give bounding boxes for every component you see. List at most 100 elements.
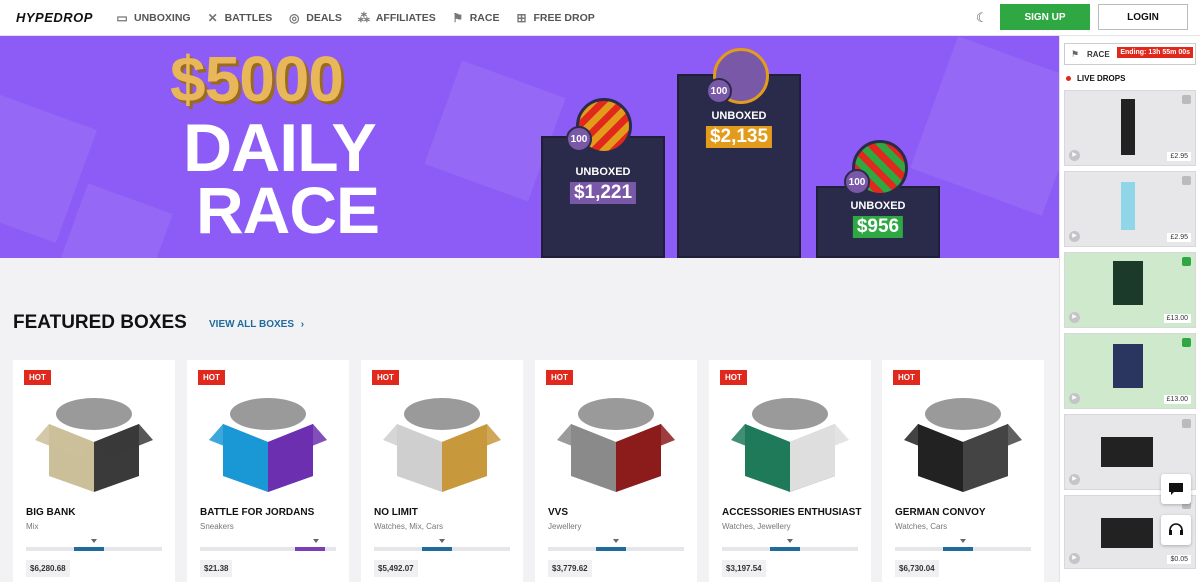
value-bar-fill: [769, 547, 800, 551]
value-bar-fill: [295, 547, 326, 551]
drop-price: £13.00: [1163, 314, 1191, 323]
featured-boxes-title: FEATURED BOXES: [13, 312, 187, 333]
view-all-boxes-link[interactable]: VIEW ALL BOXES ›: [209, 319, 304, 330]
swords-icon: ✕: [207, 10, 218, 25]
drop-price: £2.95: [1167, 152, 1191, 161]
box-name: ACCESSORIES ENTHUSIAST: [722, 507, 862, 518]
nav-label: RACE: [469, 11, 500, 24]
gift-icon: ⊞: [516, 10, 527, 25]
login-button[interactable]: LOGIN: [1098, 4, 1188, 30]
value-bar: [200, 547, 336, 551]
nav-item-battles[interactable]: ✕ BATTLES: [207, 12, 273, 24]
drop-item-image: [1113, 261, 1143, 305]
drop-price: £2.95: [1167, 233, 1191, 242]
box-category: Watches, Cars: [895, 522, 948, 531]
box-image: [35, 398, 153, 492]
race-countdown: Ending: 13h 55m 00s: [1117, 47, 1193, 58]
value-marker-icon: [787, 539, 793, 543]
podium-label: UNBOXED: [711, 110, 767, 122]
play-icon[interactable]: ▶: [1069, 312, 1080, 323]
live-drop-item[interactable]: ▶ £2.95: [1064, 171, 1196, 247]
drop-item-image: [1121, 99, 1135, 155]
nav-item-affiliates[interactable]: ⁂ AFFILIATES: [358, 12, 436, 24]
play-icon[interactable]: ▶: [1069, 150, 1080, 161]
live-indicator-icon: [1066, 76, 1071, 81]
chat-button[interactable]: [1161, 474, 1191, 504]
drop-rarity-icon: [1182, 419, 1191, 428]
box-image: [383, 398, 501, 492]
hot-badge: HOT: [198, 370, 225, 385]
live-drops-label: LIVE DROPS: [1077, 74, 1126, 83]
race-label: RACE: [1087, 49, 1110, 59]
headset-icon: [1169, 523, 1183, 535]
live-drops-heading: LIVE DROPS: [1066, 74, 1125, 83]
box-card[interactable]: HOT BIG BANK Mix $6,280.68: [13, 360, 175, 582]
support-button[interactable]: [1161, 515, 1191, 545]
drop-item-image: [1113, 344, 1143, 388]
podium-label: UNBOXED: [850, 200, 906, 212]
box-category: Mix: [26, 522, 39, 531]
affiliates-icon: ⁂: [357, 10, 370, 25]
live-drop-item[interactable]: ▶ £13.00: [1064, 252, 1196, 328]
box-price: $3,779.62: [548, 560, 592, 577]
play-icon[interactable]: ▶: [1069, 553, 1080, 564]
nav-item-free-drop[interactable]: ⊞ FREE DROP: [515, 12, 594, 24]
nav-item-unboxing[interactable]: ▭ UNBOXING: [116, 11, 191, 24]
hot-badge: HOT: [24, 370, 51, 385]
box-image: [209, 398, 327, 492]
podium-amount: $2,135: [705, 126, 773, 148]
drop-rarity-icon: [1182, 95, 1191, 104]
podium-amount: $1,221: [569, 182, 637, 204]
box-card[interactable]: HOT NO LIMIT Watches, Mix, Cars $5,492.0…: [361, 360, 523, 582]
value-bar: [26, 547, 162, 551]
value-bar-fill: [73, 547, 104, 551]
live-drop-item[interactable]: ▶ £2.95: [1064, 90, 1196, 166]
race-banner[interactable]: $5000 DAILY RACE UNBOXED $1,221 100 UNBO…: [0, 36, 1059, 258]
value-marker-icon: [312, 539, 319, 543]
box-name: GERMAN CONVOY: [895, 507, 986, 518]
value-bar: [895, 547, 1031, 551]
value-bar-fill: [421, 547, 452, 551]
top-bar: HYPEDROP ▭ UNBOXING ✕ BATTLES ◎ DEALS ⁂ …: [0, 0, 1200, 36]
race-status[interactable]: ⚑ RACE Ending: 13h 55m 00s: [1064, 43, 1196, 65]
main-nav: ▭ UNBOXING ✕ BATTLES ◎ DEALS ⁂ AFFILIATE…: [116, 12, 611, 24]
podium-label: UNBOXED: [575, 166, 631, 178]
play-icon[interactable]: ▶: [1069, 393, 1080, 404]
drop-price: $0.05: [1167, 555, 1191, 564]
box-card[interactable]: HOT ACCESSORIES ENTHUSIAST Watches, Jewe…: [709, 360, 871, 582]
drop-item-image: [1101, 518, 1153, 548]
box-price: $6,730.04: [895, 560, 939, 577]
nav-item-race[interactable]: ⚑ RACE: [452, 11, 500, 24]
value-marker-icon: [613, 539, 619, 543]
nav-label: FREE DROP: [533, 11, 595, 24]
logo[interactable]: HYPEDROP: [16, 10, 116, 25]
value-bar: [374, 547, 510, 551]
value-bar: [548, 547, 684, 551]
box-card[interactable]: HOT BATTLE FOR JORDANS Sneakers $21.38: [187, 360, 349, 582]
podium-second: UNBOXED $1,221: [541, 136, 665, 258]
box-card[interactable]: HOT GERMAN CONVOY Watches, Cars $6,730.0…: [882, 360, 1044, 582]
drop-item-image: [1101, 437, 1153, 467]
box-category: Watches, Mix, Cars: [374, 522, 444, 531]
player-level-badge: 100: [844, 169, 870, 195]
live-drop-item[interactable]: ▶ £13.00: [1064, 333, 1196, 409]
value-marker-icon: [439, 539, 445, 543]
box-image: [904, 398, 1022, 492]
nav-label: BATTLES: [224, 11, 273, 24]
box-name: BIG BANK: [26, 507, 76, 518]
signup-button[interactable]: SIGN UP: [1000, 4, 1090, 30]
play-icon[interactable]: ▶: [1069, 231, 1080, 242]
player-level-badge: 100: [566, 126, 592, 152]
box-name: NO LIMIT: [374, 507, 418, 518]
dark-mode-icon[interactable]: ☾: [976, 10, 990, 25]
headline-race: RACE: [196, 173, 380, 247]
box-card[interactable]: HOT VVS Jewellery $3,779.62: [535, 360, 697, 582]
nav-item-deals[interactable]: ◎ DEALS: [288, 12, 342, 24]
play-icon[interactable]: ▶: [1069, 474, 1080, 485]
chat-icon: [1169, 483, 1183, 495]
drop-rarity-icon: [1182, 176, 1191, 185]
box-category: Watches, Jewellery: [722, 522, 791, 531]
box-price: $5,492.07: [374, 560, 418, 577]
nav-label: UNBOXING: [134, 11, 191, 24]
player-level-badge: 100: [706, 78, 732, 104]
